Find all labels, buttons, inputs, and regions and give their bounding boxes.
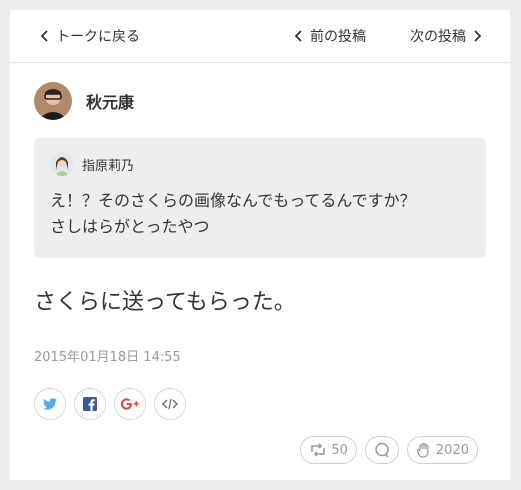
speech-bubble-icon: [375, 442, 389, 458]
share-google-plus-button[interactable]: [114, 388, 146, 420]
quoted-text-line: え！？そのさくらの画像なんでもってるんですか？: [50, 191, 416, 210]
previous-post-label: 前の投稿: [310, 29, 366, 45]
quoted-text: え！？そのさくらの画像なんでもってるんですか？ さしはらがとったやつ: [50, 188, 472, 240]
retweet-button[interactable]: 50: [300, 436, 357, 464]
hand-icon: [416, 442, 429, 458]
author-avatar[interactable]: [34, 82, 72, 120]
quoted-post[interactable]: 指原莉乃 え！？そのさくらの画像なんでもってるんですか？ さしはらがとったやつ: [34, 138, 486, 258]
google-plus-icon: [120, 398, 139, 410]
post-text: さくらに送ってもらった。: [34, 290, 296, 315]
chevron-right-icon: [474, 30, 482, 42]
share-twitter-button[interactable]: [34, 388, 66, 420]
next-post-link[interactable]: 次の投稿: [410, 26, 488, 46]
share-facebook-button[interactable]: [74, 388, 106, 420]
author-name[interactable]: 秋元康: [86, 89, 134, 113]
chevron-left-icon: [40, 30, 48, 42]
facebook-icon: [83, 397, 97, 411]
post-timestamp: 2015年01月18日 14:55: [34, 350, 181, 365]
quoted-author-name: 指原莉乃: [82, 158, 135, 174]
comment-button[interactable]: [364, 436, 399, 464]
embed-icon: [162, 398, 178, 410]
post-navigation: トークに戻る 前の投稿 次の投稿: [10, 10, 510, 63]
quoted-text-line: さしはらがとったやつ: [50, 217, 210, 236]
back-to-talk-link[interactable]: トークに戻る: [34, 26, 140, 46]
twitter-icon: [43, 398, 57, 410]
next-post-label: 次の投稿: [410, 29, 466, 45]
back-to-talk-label: トークに戻る: [56, 29, 140, 45]
retweet-count: 50: [331, 442, 348, 458]
share-buttons: [34, 388, 186, 420]
likes-count: 2020: [435, 442, 469, 458]
post-actions: 50 2020: [300, 436, 478, 464]
quoted-author-avatar: [50, 152, 74, 176]
quoted-author: 指原莉乃: [50, 152, 134, 176]
previous-post-link[interactable]: 前の投稿: [288, 26, 366, 46]
chevron-left-icon: [294, 30, 302, 42]
share-embed-button[interactable]: [154, 388, 186, 420]
like-button[interactable]: 2020: [406, 436, 478, 464]
retweet-icon: [311, 443, 326, 457]
post-card: トークに戻る 前の投稿 次の投稿 秋元康 指原莉乃 え！？そのさくらの画像なんで…: [10, 10, 510, 480]
post-author[interactable]: 秋元康: [34, 82, 134, 120]
